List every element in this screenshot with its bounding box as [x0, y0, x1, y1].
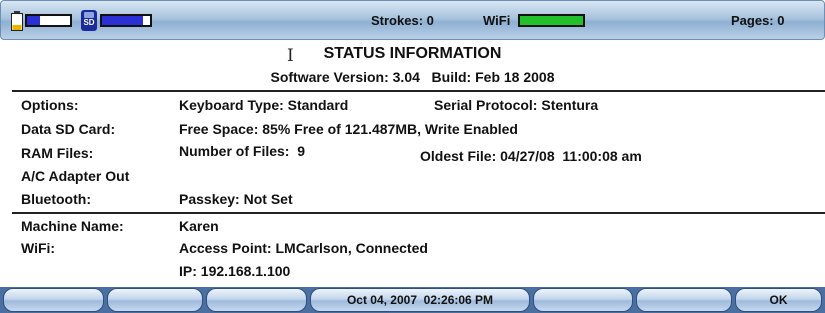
softkey-3[interactable]	[206, 288, 307, 312]
machine-name-value: Karen	[179, 218, 219, 234]
ram-file-count: Number of Files: 9	[179, 143, 306, 159]
status-bar: SD Strokes: 0 WiFi Pages: 0	[0, 0, 825, 40]
strokes-count: Strokes: 0	[371, 13, 434, 28]
storage-level-bar	[100, 14, 152, 27]
software-version: Software Version: 3.04 Build: Feb 18 200…	[270, 69, 555, 85]
divider	[12, 90, 825, 92]
battery-icon	[11, 11, 23, 31]
battery-level-bar	[25, 14, 72, 27]
wifi-label: WiFi	[483, 13, 511, 28]
sd-card-label: Data SD Card:	[21, 121, 116, 137]
bluetooth-label: Bluetooth:	[21, 191, 91, 207]
softkey-6[interactable]	[636, 288, 732, 312]
oldest-file: Oldest File: 04/27/08 11:00:08 am	[420, 148, 642, 164]
serial-protocol: Serial Protocol: Stentura	[434, 97, 599, 113]
bluetooth-passkey: Passkey: Not Set	[179, 191, 293, 207]
sd-card-free-space: Free Space: 85% Free of 121.487MB, Write…	[179, 121, 518, 137]
sd-card-icon: SD	[81, 10, 97, 31]
wifi-signal-bar	[518, 14, 585, 27]
datetime-display: Oct 04, 2007 02:26:06 PM	[310, 288, 530, 312]
softkey-5[interactable]	[533, 288, 633, 312]
wifi-ip-address: IP: 192.168.1.100	[179, 263, 291, 279]
pages-count: Pages: 0	[731, 13, 785, 28]
wifi-section-label: WiFi:	[21, 240, 56, 256]
wifi-access-point: Access Point: LMCarlson, Connected	[179, 240, 428, 256]
divider	[12, 212, 825, 214]
softkey-2[interactable]	[107, 288, 203, 312]
ac-adapter-status: A/C Adapter Out	[21, 168, 130, 184]
keyboard-type: Keyboard Type: Standard	[179, 97, 349, 113]
datetime-text: Oct 04, 2007 02:26:06 PM	[346, 293, 494, 307]
options-label: Options:	[21, 97, 79, 113]
page-title: STATUS INFORMATION	[323, 45, 502, 62]
ok-button[interactable]: OK	[735, 288, 822, 312]
ok-button-label: OK	[769, 293, 788, 307]
ram-files-label: RAM Files:	[21, 145, 94, 161]
softkey-1[interactable]	[3, 288, 104, 312]
machine-name-label: Machine Name:	[21, 218, 124, 234]
